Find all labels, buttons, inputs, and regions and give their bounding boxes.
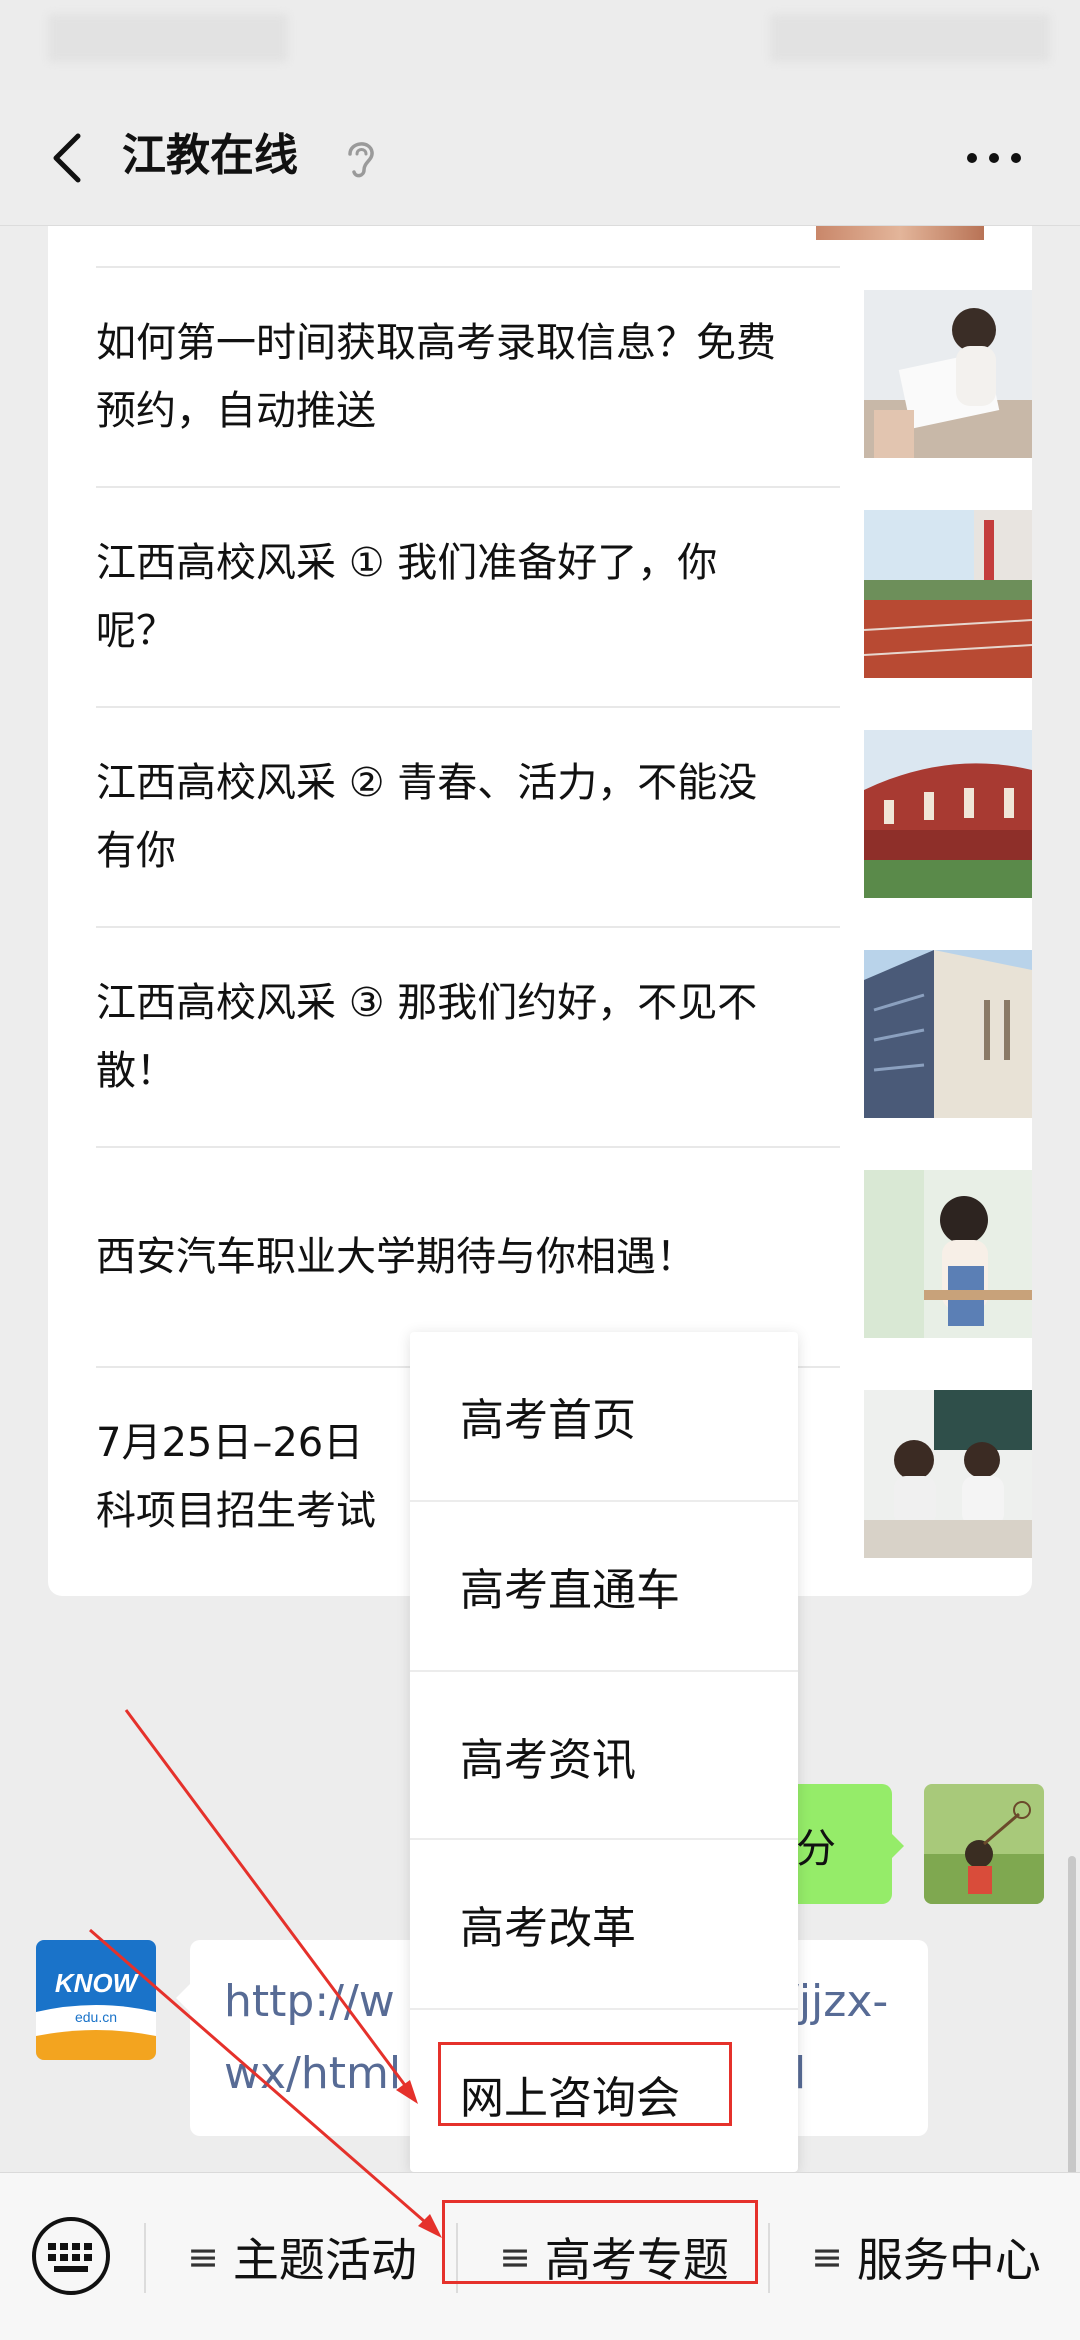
article-item[interactable]: 如何第一时间获取高考录取信息？免费预约，自动推送 [96, 268, 1032, 486]
bubble-tail [890, 1832, 904, 1860]
page-title: 江教在线 [122, 130, 298, 181]
keyboard-icon[interactable] [30, 2215, 112, 2297]
link-text-start: wx/html [224, 2048, 402, 2099]
more-options-icon[interactable] [964, 146, 1024, 170]
menu-lines-icon: ≡ [811, 2235, 843, 2279]
article-thumbnail [864, 950, 1032, 1118]
separator [768, 2223, 770, 2293]
menu-button-theme-activities[interactable]: ≡ 主题活动 [148, 2173, 456, 2340]
link-text-start: http://w [224, 1976, 395, 2027]
bubble-tail [176, 1984, 190, 2012]
user-avatar[interactable] [924, 1784, 1044, 1904]
sent-message-text: 分 [796, 1826, 836, 1872]
article-title: 江西高校风采 ③ 那我们约好，不见不散！ [96, 980, 758, 1094]
article-thumbnail [864, 510, 1032, 678]
status-bar-blurred-left [48, 14, 288, 62]
submenu-item-gaokao-express[interactable]: 高考直通车 [410, 1502, 798, 1670]
link-text-end: /jjzx- [784, 1976, 889, 2027]
logo-subtext: edu.cn [75, 2009, 117, 2025]
highlight-box [438, 2042, 732, 2126]
status-bar [0, 0, 1080, 90]
article-title-line: 科项目招生考试 [96, 1488, 376, 1534]
menu-button-label: 主题活动 [232, 2233, 417, 2287]
article-thumbnail [864, 1390, 1032, 1558]
submenu-item-gaokao-home[interactable]: 高考首页 [410, 1332, 798, 1500]
article-title: 江西高校风采 ② 青春、活力，不能没有你 [96, 760, 758, 874]
thumbnail-partial [816, 226, 984, 240]
logo-text: KNOW [55, 1968, 140, 1998]
article-item[interactable]: 江西高校风采 ② 青春、活力，不能没有你 [96, 708, 1032, 926]
menu-button-label: 服务中心 [856, 2233, 1041, 2287]
article-title: 如何第一时间获取高考录取信息？免费预约，自动推送 [96, 320, 776, 434]
separator [144, 2223, 146, 2293]
submenu-item-gaokao-reform[interactable]: 高考改革 [410, 1840, 798, 2008]
status-bar-blurred-right [770, 14, 1050, 62]
article-thumbnail [864, 730, 1032, 898]
scrollbar[interactable] [1068, 1856, 1076, 2186]
official-account-avatar[interactable]: KNOW edu.cn [36, 1940, 156, 2060]
chat-header: 江教在线 [0, 90, 1080, 226]
highlight-box [442, 2200, 758, 2284]
article-title: 江西高校风采 ① 我们准备好了，你呢？ [96, 540, 718, 654]
menu-button-service-center[interactable]: ≡ 服务中心 [772, 2173, 1080, 2340]
article-thumbnail [864, 1170, 1032, 1338]
submenu-item-gaokao-news[interactable]: 高考资讯 [410, 1672, 798, 1840]
ear-icon [348, 142, 374, 178]
article-thumbnail [864, 290, 1032, 458]
article-title-line: 7月25日–26日 [96, 1420, 364, 1466]
menu-lines-icon: ≡ [187, 2235, 219, 2279]
article-item[interactable]: 江西高校风采 ③ 那我们约好，不见不散！ [96, 928, 1032, 1146]
article-item[interactable]: 江西高校风采 ① 我们准备好了，你呢？ [96, 488, 1032, 706]
back-arrow-icon[interactable] [40, 128, 100, 188]
